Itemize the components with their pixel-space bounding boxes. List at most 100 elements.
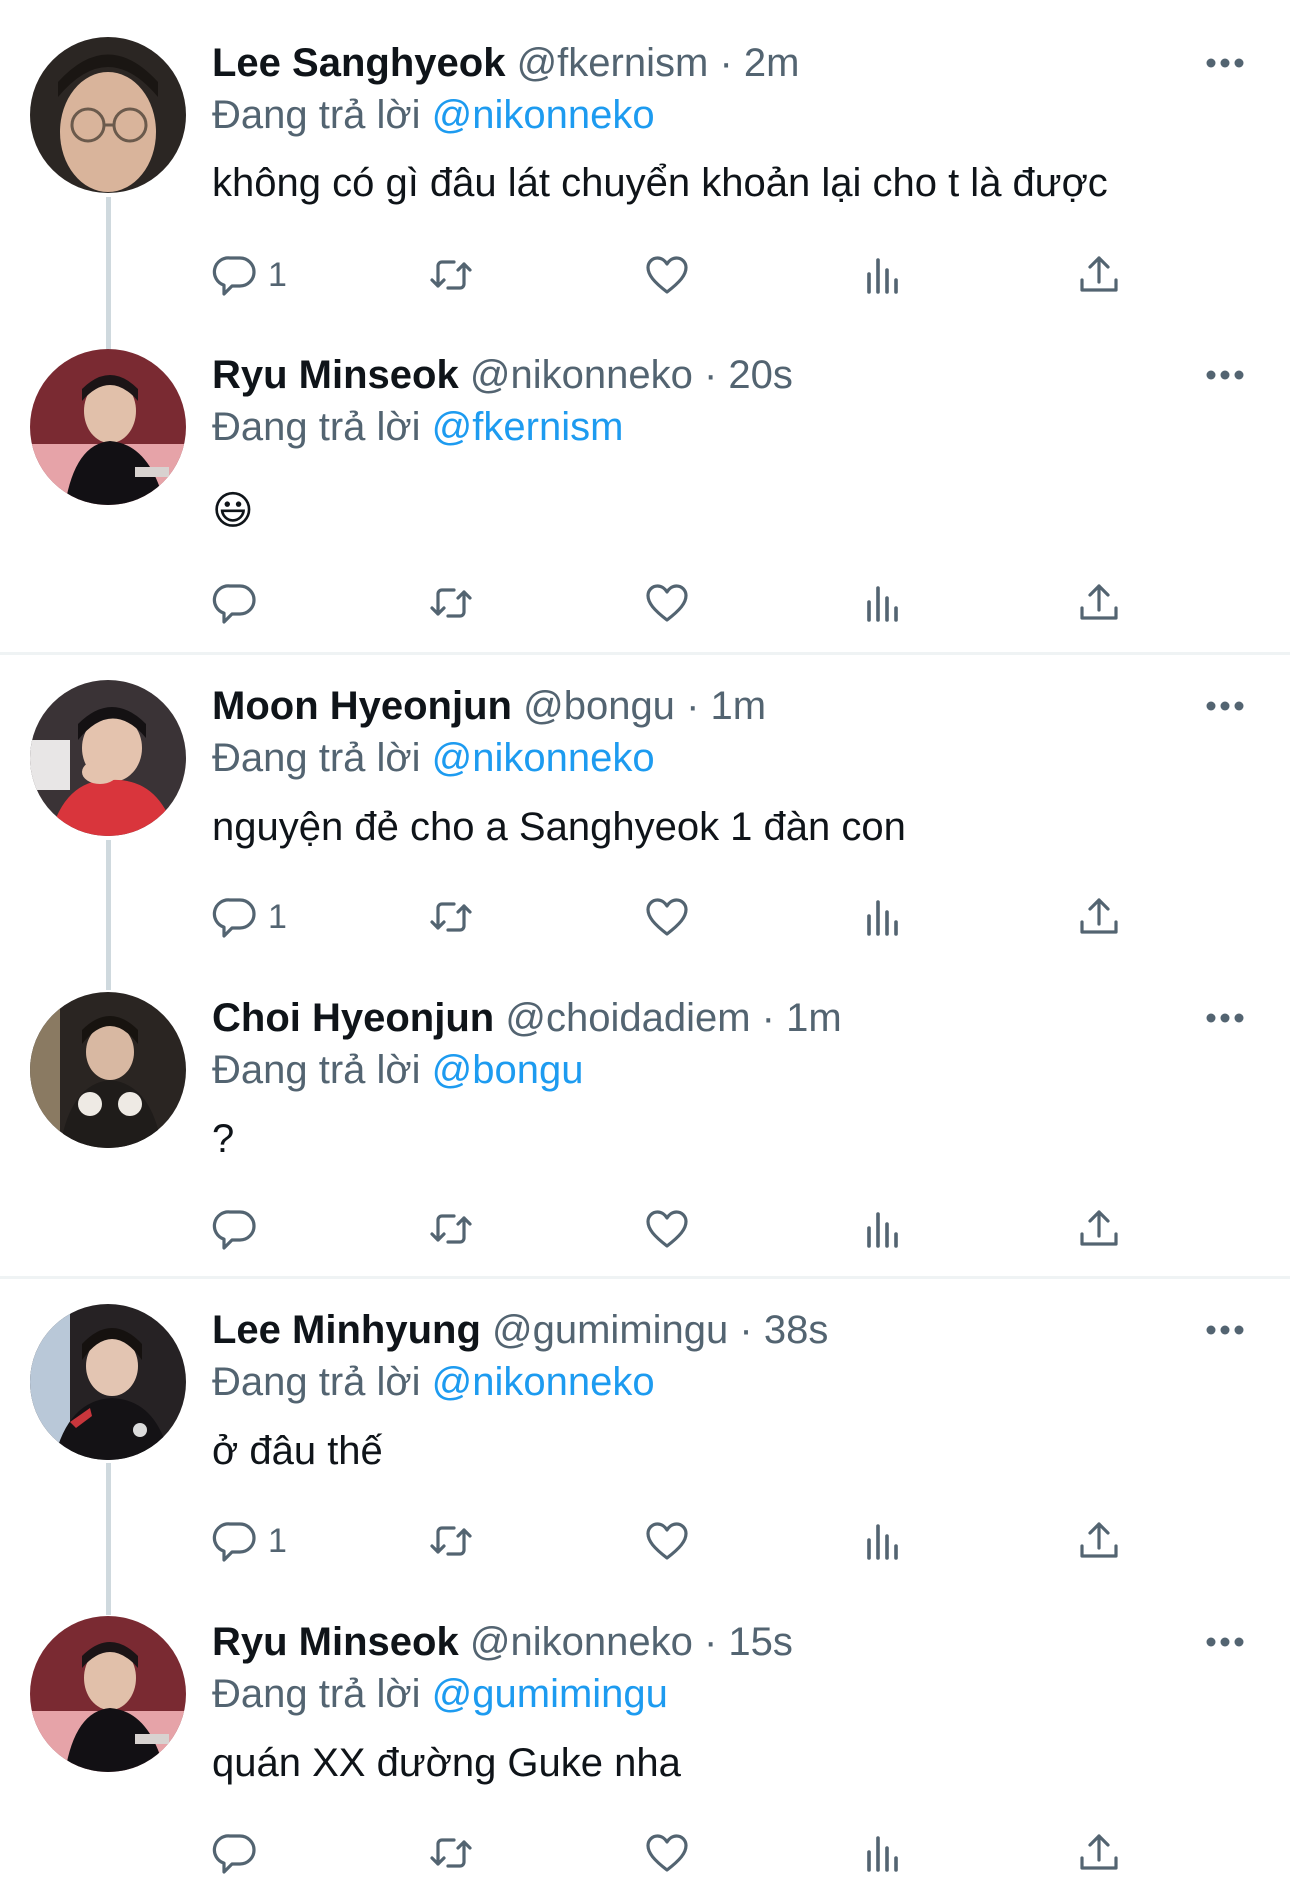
replying-to-label: Đang trả lời: [212, 1048, 421, 1092]
share-button[interactable]: [1076, 250, 1122, 300]
retweet-icon: [430, 1838, 472, 1868]
share-button[interactable]: [1076, 1516, 1122, 1566]
retweet-button[interactable]: [428, 578, 474, 628]
reply-button[interactable]: [212, 1204, 268, 1254]
timestamp[interactable]: 2m: [744, 41, 800, 85]
like-icon: [646, 898, 688, 936]
retweet-icon: [430, 260, 472, 290]
avatar[interactable]: [30, 680, 186, 836]
avatar[interactable]: [30, 37, 186, 193]
reply-icon: [212, 1522, 256, 1562]
share-icon: [1080, 1522, 1118, 1558]
handle[interactable]: @fkernism: [517, 41, 709, 85]
like-button[interactable]: [644, 1204, 690, 1254]
retweet-button[interactable]: [428, 1204, 474, 1254]
handle[interactable]: @bongu: [523, 684, 675, 728]
mention-link[interactable]: @nikonneko: [432, 93, 655, 137]
views-button[interactable]: [860, 578, 906, 628]
avatar[interactable]: [30, 992, 186, 1148]
more-icon[interactable]: [1205, 56, 1245, 70]
views-button[interactable]: [860, 1204, 906, 1254]
views-button[interactable]: [860, 1516, 906, 1566]
reply-button[interactable]: 1: [212, 250, 287, 300]
views-button[interactable]: [860, 892, 906, 942]
like-button[interactable]: [644, 1828, 690, 1878]
display-name[interactable]: Lee Sanghyeok: [212, 41, 505, 85]
replying-to-label: Đang trả lời: [212, 1672, 421, 1716]
like-button[interactable]: [644, 1516, 690, 1566]
display-name[interactable]: Lee Minhyung: [212, 1308, 481, 1352]
timestamp[interactable]: 1m: [711, 684, 767, 728]
avatar[interactable]: [30, 349, 186, 505]
separator: ·: [703, 1620, 729, 1664]
avatar[interactable]: [30, 1616, 186, 1772]
tweet-header: Ryu Minseok @nikonneko · 20s: [212, 352, 793, 398]
avatar[interactable]: [30, 1304, 186, 1460]
share-button[interactable]: [1076, 1204, 1122, 1254]
handle[interactable]: @nikonneko: [470, 353, 693, 397]
more-icon[interactable]: [1205, 699, 1245, 713]
tweet-header: Lee Minhyung @gumimingu · 38s: [212, 1307, 828, 1353]
tweet[interactable]: Lee Minhyung @gumimingu · 38s Đang trả l…: [0, 1267, 1290, 1579]
reply-button[interactable]: [212, 1828, 268, 1878]
views-button[interactable]: [860, 1828, 906, 1878]
views-icon: [867, 258, 898, 294]
tweet-text: nguyện đẻ cho a Sanghyeok 1 đàn con: [212, 805, 906, 849]
mention-link[interactable]: @nikonneko: [432, 736, 655, 780]
views-button[interactable]: [860, 250, 906, 300]
retweet-icon: [430, 1526, 472, 1556]
reply-count: 1: [268, 897, 287, 936]
replying-to: Đang trả lời @nikonneko: [212, 735, 655, 781]
retweet-icon: [430, 1214, 472, 1244]
mention-link[interactable]: @bongu: [432, 1048, 584, 1092]
avatar-photo: [30, 1616, 186, 1772]
share-button[interactable]: [1076, 578, 1122, 628]
like-button[interactable]: [644, 892, 690, 942]
retweet-button[interactable]: [428, 1516, 474, 1566]
views-icon: [867, 1212, 898, 1248]
avatar-photo: [30, 1304, 186, 1460]
reply-button[interactable]: 1: [212, 892, 287, 942]
more-icon[interactable]: [1205, 368, 1245, 382]
reply-icon: [212, 1834, 256, 1874]
retweet-button[interactable]: [428, 250, 474, 300]
tweet[interactable]: Choi Hyeonjun @choidadiem · 1m Đang trả …: [0, 955, 1290, 1275]
reply-button[interactable]: 1: [212, 1516, 287, 1566]
share-icon: [1080, 584, 1118, 620]
tweet[interactable]: Ryu Minseok @nikonneko · 15s Đang trả lờ…: [0, 1579, 1290, 1880]
more-icon[interactable]: [1205, 1011, 1245, 1025]
tweet[interactable]: Moon Hyeonjun @bongu · 1m Đang trả lời @…: [0, 643, 1290, 955]
timestamp[interactable]: 15s: [728, 1620, 793, 1664]
tweet[interactable]: Lee Sanghyeok @fkernism · 2m Đang trả lờ…: [0, 0, 1290, 315]
handle[interactable]: @gumimingu: [492, 1308, 728, 1352]
separator: ·: [703, 353, 729, 397]
mention-link[interactable]: @gumimingu: [432, 1672, 668, 1716]
tweet-text: ?: [212, 1117, 235, 1161]
timestamp[interactable]: 38s: [764, 1308, 829, 1352]
separator: ·: [719, 41, 744, 85]
share-button[interactable]: [1076, 1828, 1122, 1878]
display-name[interactable]: Ryu Minseok: [212, 353, 459, 397]
share-button[interactable]: [1076, 892, 1122, 942]
like-button[interactable]: [644, 578, 690, 628]
retweet-icon: [430, 588, 472, 618]
like-button[interactable]: [644, 250, 690, 300]
retweet-button[interactable]: [428, 892, 474, 942]
reply-button[interactable]: [212, 578, 268, 628]
tweet-header: Ryu Minseok @nikonneko · 15s: [212, 1619, 793, 1665]
mention-link[interactable]: @nikonneko: [432, 1360, 655, 1404]
timestamp[interactable]: 1m: [786, 996, 842, 1040]
more-icon[interactable]: [1205, 1635, 1245, 1649]
handle[interactable]: @nikonneko: [470, 1620, 693, 1664]
more-icon[interactable]: [1205, 1323, 1245, 1337]
tweet[interactable]: Ryu Minseok @nikonneko · 20s Đang trả lờ…: [0, 312, 1290, 652]
mention-link[interactable]: @fkernism: [432, 405, 624, 449]
display-name[interactable]: Ryu Minseok: [212, 1620, 459, 1664]
retweet-button[interactable]: [428, 1828, 474, 1878]
handle[interactable]: @choidadiem: [505, 996, 750, 1040]
display-name[interactable]: Choi Hyeonjun: [212, 996, 494, 1040]
replying-to: Đang trả lời @gumimingu: [212, 1671, 668, 1717]
timestamp[interactable]: 20s: [728, 353, 793, 397]
avatar-photo: [30, 349, 186, 505]
display-name[interactable]: Moon Hyeonjun: [212, 684, 512, 728]
